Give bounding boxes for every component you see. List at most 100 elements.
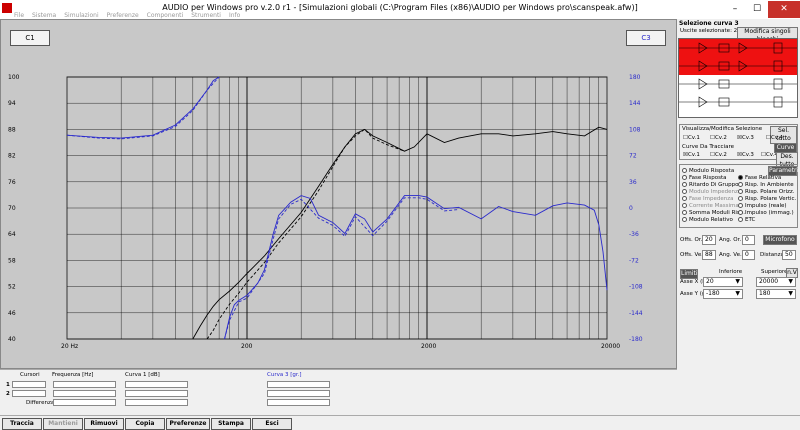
curve1-field-2 xyxy=(125,390,188,397)
button-bar: Traccia Mantieni Rimuovi Copia Preferenz… xyxy=(0,415,800,430)
curve3-label: Curva 3 [gr.] xyxy=(267,372,302,378)
visualize-group: Visualizza/Modifica Selezione Sel. tutto… xyxy=(679,124,798,170)
distance-label: Distanza xyxy=(760,252,784,258)
vis-cv3[interactable]: ☒Cv.3 xyxy=(737,135,754,141)
y-left-tick-label: 70 xyxy=(8,205,16,212)
cursor2-scrollbar[interactable] xyxy=(12,390,46,397)
option-polare-vertic[interactable]: Risp. Polare Vertic. xyxy=(738,196,796,203)
curve1-field-diff xyxy=(125,399,188,406)
vis-cv4[interactable]: ☐Cv.4 xyxy=(766,135,783,141)
dropdown-arrow-icon: ▼ xyxy=(788,290,793,297)
option-corrente-massima[interactable]: Corrente Massima xyxy=(682,203,739,210)
maximize-button[interactable]: ☐ xyxy=(746,1,768,18)
cursor-row-1: 1 xyxy=(6,382,10,388)
option-modulo-risposta[interactable]: Modulo Risposta xyxy=(682,168,734,175)
y-upper-select[interactable]: 180 ▼ xyxy=(756,289,796,299)
curve1-label: Curva 1 [dB] xyxy=(125,372,160,378)
option-fase-relativa[interactable]: Fase Relativa xyxy=(738,175,781,182)
title-bar: AUDIO per Windows pro v.2.0 r1 - [Simula… xyxy=(0,0,800,19)
menu-simulazioni[interactable]: Simulazioni xyxy=(64,12,98,19)
option-polare-orizz[interactable]: Risp. Polare Orizz. xyxy=(738,189,795,196)
y-right-tick-label: 180 xyxy=(629,74,641,81)
vis-cv1[interactable]: ☐Cv.1 xyxy=(683,135,700,141)
trace-cv3[interactable]: ☒Cv.3 xyxy=(737,152,754,158)
y-right-tick-label: 72 xyxy=(629,153,637,160)
menu-bar: File Sistema Simulazioni Preferenze Componen… xyxy=(14,12,248,19)
print-button[interactable]: Stampa xyxy=(211,418,251,430)
freq-label: Frequenza [Hz] xyxy=(52,372,94,378)
y-left-tick-label: 76 xyxy=(8,179,16,186)
option-impulso-immag[interactable]: Impulso (immag.) xyxy=(738,210,794,217)
curve3-field-diff xyxy=(267,399,330,406)
y-left-tick-label: 82 xyxy=(8,153,16,160)
response-chart[interactable]: 100 94 88 82 76 70 64 58 52 46 40 180 144 108 72 36 0 -36… xyxy=(1,20,678,370)
graph-area[interactable]: C1 C3 100 94 88 82 76 70 64 58 52 46 40 180 144 108 72… xyxy=(0,19,677,369)
cursor-row-2: 2 xyxy=(6,391,10,397)
copy-button[interactable]: Copia xyxy=(125,418,165,430)
minimize-button[interactable]: – xyxy=(724,1,746,18)
offs-ve-label: Offs. Ve. xyxy=(680,252,703,258)
trace-cv2[interactable]: ☐Cv.2 xyxy=(710,152,727,158)
dropdown-arrow-icon: ▼ xyxy=(735,290,740,297)
option-somma-moduli[interactable]: Somma Moduli Risp. xyxy=(682,210,745,217)
option-ritardo-gruppo[interactable]: Ritardo Di Gruppo xyxy=(682,182,739,189)
display-options: Modulo Risposta Fase Risposta Ritardo Di… xyxy=(679,164,798,228)
menu-info[interactable]: Info xyxy=(229,12,240,19)
ang-or-input[interactable]: 0 xyxy=(742,235,755,245)
offs-ve-input[interactable]: 88 xyxy=(702,250,716,260)
y-right-tick-label: -108 xyxy=(629,284,643,291)
option-fase-risposta[interactable]: Fase Risposta xyxy=(682,175,727,182)
trace-button[interactable]: Traccia xyxy=(2,418,42,430)
y-right-tick-label: -180 xyxy=(629,336,643,343)
limits-button[interactable]: Limiti xyxy=(680,269,698,279)
lower-label: Inferiore xyxy=(719,269,743,275)
menu-strumenti[interactable]: Strumenti xyxy=(191,12,221,19)
exit-button[interactable]: Esci xyxy=(252,418,292,430)
y-right-tick-label: 144 xyxy=(629,100,641,107)
curve3-field-1 xyxy=(267,381,330,388)
x-upper-select[interactable]: 20000 ▼ xyxy=(756,277,796,287)
y-right-tick-label: -36 xyxy=(629,231,639,238)
option-impulso-reale[interactable]: Impulso (reale) xyxy=(738,203,787,210)
keep-button[interactable]: Mantieni xyxy=(43,418,83,430)
y-right-tick-label: 36 xyxy=(629,179,637,186)
option-risp-ambiente[interactable]: Risp. In Ambiente xyxy=(738,182,794,189)
selection-title: Selezione curva 3 xyxy=(679,20,739,27)
microphone-button[interactable]: Microfono xyxy=(763,235,797,245)
x-lower-select[interactable]: 20 ▼ xyxy=(703,277,743,287)
y-left-tick-label: 58 xyxy=(8,257,16,264)
y-left-tick-label: 94 xyxy=(8,100,16,107)
y-right-tick-label: -72 xyxy=(629,257,639,264)
menu-preferenze[interactable]: Preferenze xyxy=(107,12,139,19)
offs-or-input[interactable]: 20 xyxy=(702,235,716,245)
visualize-title: Visualizza/Modifica Selezione xyxy=(682,126,763,132)
block-diagram[interactable] xyxy=(678,38,798,118)
y-left-tick-label: 64 xyxy=(8,231,16,238)
dropdown-arrow-icon: ▼ xyxy=(735,278,740,285)
vis-cv2[interactable]: ☐Cv.2 xyxy=(710,135,727,141)
right-panel: Selezione curva 3 Uscite selezionate: 2 … xyxy=(677,19,800,415)
y-left-tick-label: 100 xyxy=(8,74,20,81)
close-button[interactable]: ✕ xyxy=(768,1,800,18)
window-title: AUDIO per Windows pro v.2.0 r1 - [Simula… xyxy=(162,3,638,12)
trace-cv1[interactable]: ☒Cv.1 xyxy=(683,152,700,158)
cursor1-scrollbar[interactable] xyxy=(12,381,46,388)
option-etc[interactable]: ETC xyxy=(738,217,755,224)
preferences-button[interactable]: Preferenze xyxy=(166,418,210,430)
y-right-tick-label: -144 xyxy=(629,310,643,317)
menu-componenti[interactable]: Componenti xyxy=(147,12,184,19)
x-tick-label: 20 Hz xyxy=(61,343,78,350)
y-left-tick-label: 88 xyxy=(8,126,16,133)
menu-file[interactable]: File xyxy=(14,12,24,19)
menu-sistema[interactable]: Sistema xyxy=(32,12,56,19)
remove-button[interactable]: Rimuovi xyxy=(84,418,124,430)
ang-ve-input[interactable]: 0 xyxy=(742,250,755,260)
option-modulo-impedenza[interactable]: Modulo Impedenza xyxy=(682,189,741,196)
trace-title: Curve Da Tracciare xyxy=(682,144,734,150)
option-fase-impedenza[interactable]: Fase Impedenza xyxy=(682,196,734,203)
distance-input[interactable]: 50 xyxy=(782,250,796,260)
y-lower-select[interactable]: -180 ▼ xyxy=(703,289,743,299)
cursor-readout: Cursori Frequenza [Hz] Curva 1 [dB] Curv… xyxy=(0,369,677,415)
option-modulo-relativo[interactable]: Modulo Relativo xyxy=(682,217,733,224)
y-right-tick-label: 108 xyxy=(629,126,641,133)
